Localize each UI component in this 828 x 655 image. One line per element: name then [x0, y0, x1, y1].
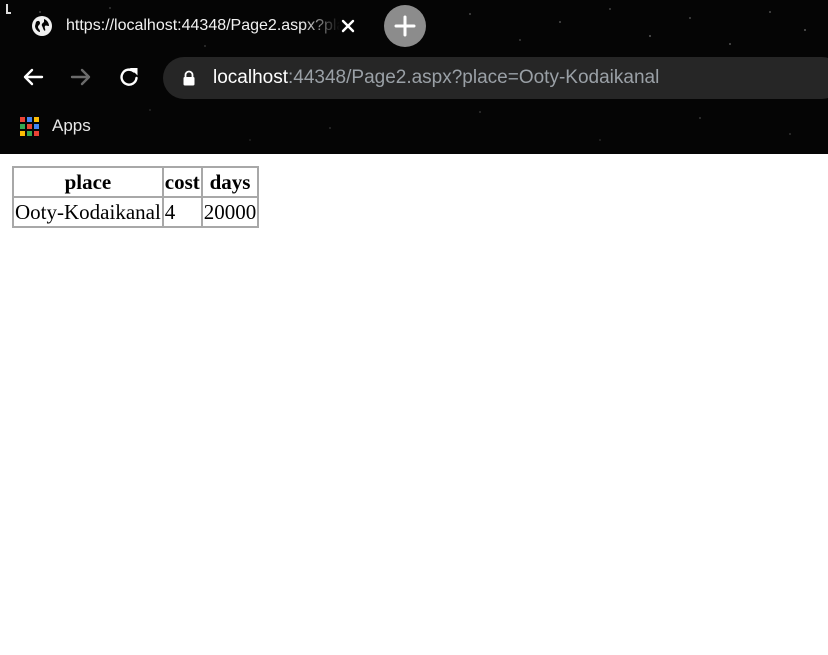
column-header-place: place — [13, 167, 163, 197]
cell-place: Ooty-Kodaikanal — [13, 197, 163, 227]
apps-grid-dot — [20, 123, 25, 129]
forward-button[interactable] — [66, 62, 96, 92]
new-tab-button[interactable] — [384, 5, 426, 47]
cell-cost: 4 — [162, 197, 202, 227]
apps-grid-dot — [34, 130, 39, 136]
globe-icon — [32, 16, 52, 36]
cell-days: 20000 — [201, 197, 259, 227]
plus-icon — [394, 15, 416, 37]
data-table: place cost days Ooty-Kodaikanal 4 20000 — [12, 166, 260, 228]
url-path: :44348/Page2.aspx?place=Ooty-Kodaikanal — [288, 67, 660, 88]
column-header-days: days — [201, 167, 259, 197]
column-header-cost: cost — [162, 167, 202, 197]
url-host: localhost — [213, 67, 288, 88]
apps-grid-dot — [34, 116, 39, 122]
bookmarks-bar: Apps — [0, 108, 828, 144]
browser-tab[interactable]: https://localhost:44348/Page2.aspx?place… — [20, 4, 368, 48]
lock-icon[interactable] — [181, 70, 197, 86]
reload-button[interactable] — [114, 62, 144, 92]
apps-label: Apps — [52, 116, 91, 135]
table-header-row: place cost days — [13, 167, 259, 197]
apps-grid-dot — [34, 123, 39, 129]
apps-shortcut[interactable]: Apps — [14, 110, 97, 142]
apps-grid-dot — [20, 116, 25, 122]
apps-grid-dot — [27, 123, 32, 129]
address-bar[interactable]: localhost:44348/Page2.aspx?place=Ooty-Ko… — [163, 57, 828, 99]
close-tab-icon[interactable] — [338, 16, 358, 36]
apps-grid-dot — [20, 130, 25, 136]
browser-chrome: https://localhost:44348/Page2.aspx?place… — [0, 0, 828, 154]
apps-grid-icon — [20, 116, 39, 136]
table-row: Ooty-Kodaikanal 4 20000 — [13, 197, 259, 227]
apps-grid-dot — [27, 130, 32, 136]
back-button[interactable] — [18, 62, 48, 92]
apps-grid-dot — [27, 116, 32, 122]
tab-title: https://localhost:44348/Page2.aspx?place… — [66, 17, 340, 34]
arrow-left-icon — [23, 68, 44, 86]
url-text[interactable]: localhost:44348/Page2.aspx?place=Ooty-Ko… — [213, 67, 659, 89]
arrow-right-icon — [70, 68, 91, 86]
reload-icon — [120, 68, 138, 86]
window-corner-mark — [6, 4, 11, 14]
page-content: place cost days Ooty-Kodaikanal 4 20000 — [0, 154, 828, 655]
